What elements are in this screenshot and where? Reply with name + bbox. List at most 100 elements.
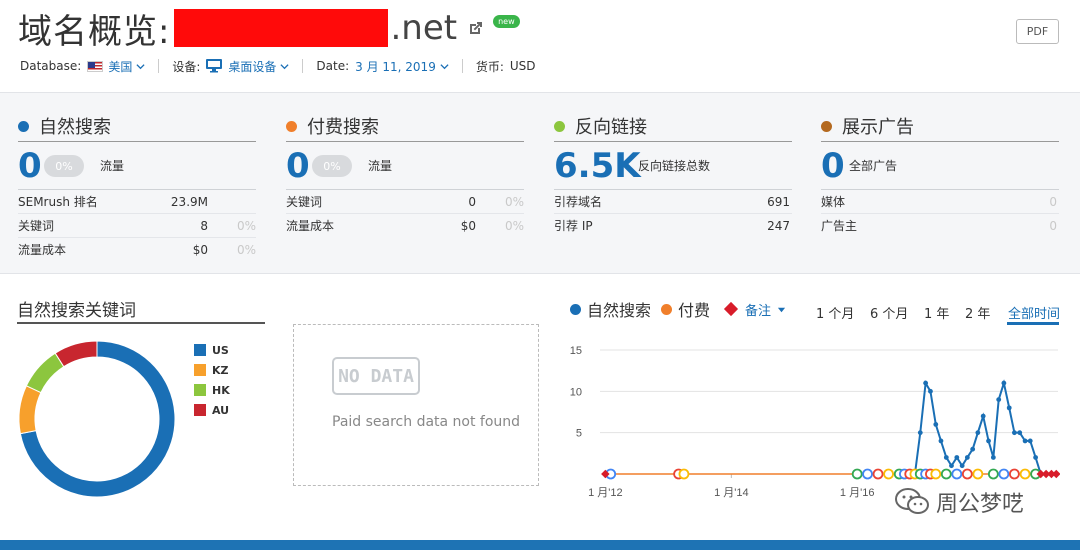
stat-label: 广告主 bbox=[821, 219, 858, 233]
device-selector[interactable]: 桌面设备 bbox=[206, 58, 289, 75]
watermark-text: 周公梦呓 bbox=[936, 492, 1025, 517]
organic-data-point[interactable] bbox=[990, 455, 996, 460]
google-update-marker-icon[interactable] bbox=[1008, 468, 1020, 480]
organic-data-point[interactable] bbox=[1027, 438, 1033, 444]
stat-value[interactable]: 691 bbox=[767, 195, 790, 209]
backlinks-heading[interactable]: 反向链接 bbox=[554, 113, 647, 139]
organic-data-point[interactable] bbox=[1033, 455, 1038, 460]
external-link-icon[interactable] bbox=[467, 19, 485, 37]
organic-data-point[interactable] bbox=[996, 397, 1002, 402]
y-tick-label: 15 bbox=[570, 345, 582, 357]
google-update-marker-icon[interactable] bbox=[930, 468, 942, 480]
chevron-down-icon bbox=[440, 63, 449, 69]
note-marker-icon[interactable] bbox=[1052, 469, 1060, 479]
paid-traffic-value[interactable]: 0 bbox=[286, 146, 310, 186]
stat-value[interactable]: 0 bbox=[468, 195, 476, 209]
display-ads-title: 展示广告 bbox=[842, 117, 914, 138]
stat-value[interactable]: 23.9M bbox=[171, 195, 208, 209]
google-update-marker-icon[interactable] bbox=[872, 468, 884, 480]
page-title: 域名概览: bbox=[18, 11, 171, 52]
filter-row: Database: 美国 设备: 桌面设备 Date: 3 月 11, 2019… bbox=[20, 57, 536, 75]
organic-data-point[interactable] bbox=[954, 455, 960, 460]
donut-slice-kz[interactable] bbox=[18, 385, 42, 435]
legend-label: US bbox=[212, 343, 229, 357]
stat-value[interactable]: 0 bbox=[1049, 195, 1057, 209]
date-label: Date: bbox=[316, 59, 350, 73]
stat-value[interactable]: $0 bbox=[461, 219, 476, 233]
donut-slice-hk[interactable] bbox=[25, 352, 65, 394]
range-6-months[interactable]: 6 个月 bbox=[870, 303, 908, 322]
organic-keywords-donut-chart[interactable] bbox=[14, 336, 180, 502]
organic-data-point[interactable] bbox=[1001, 380, 1007, 386]
google-update-marker-icon[interactable] bbox=[851, 468, 863, 480]
table-row: 引荐 IP 247 bbox=[554, 213, 792, 237]
organic-data-point[interactable] bbox=[975, 430, 981, 436]
stat-label: 媒体 bbox=[821, 195, 846, 209]
organic-data-point[interactable] bbox=[959, 463, 965, 469]
database-selector[interactable]: 美国 bbox=[87, 58, 145, 75]
x-tick-label: 1 月'16 bbox=[840, 487, 875, 499]
organic-data-point[interactable] bbox=[938, 438, 944, 444]
legend-item-organic[interactable]: 自然搜索 bbox=[570, 297, 651, 321]
organic-data-point[interactable] bbox=[949, 463, 954, 469]
legend-item-paid[interactable]: 付费 bbox=[661, 297, 710, 321]
organic-data-point[interactable] bbox=[1011, 430, 1017, 436]
legend-item-kz[interactable]: KZ bbox=[194, 360, 230, 380]
organic-data-point[interactable] bbox=[1017, 430, 1023, 436]
legend-label: AU bbox=[212, 403, 230, 417]
legend-label: 自然搜索 bbox=[587, 301, 652, 320]
range-2-years[interactable]: 2 年 bbox=[965, 303, 990, 322]
legend-item-hk[interactable]: HK bbox=[194, 380, 230, 400]
legend-item-au[interactable]: AU bbox=[194, 400, 230, 420]
range-1-month[interactable]: 1 个月 bbox=[816, 303, 854, 322]
display-ads-card: 展示广告 0 全部广告 媒体 0 广告主 0 bbox=[821, 93, 1059, 275]
google-update-marker-icon[interactable] bbox=[961, 468, 973, 480]
organic-data-point[interactable] bbox=[928, 388, 933, 394]
organic-data-point[interactable] bbox=[1006, 405, 1012, 411]
backlinks-card: 反向链接 6.5K 反向链接总数 引荐域名 691 引荐 IP 247 bbox=[554, 93, 792, 275]
paid-search-heading[interactable]: 付费搜索 bbox=[286, 113, 379, 139]
caret-down-icon bbox=[777, 307, 786, 312]
google-update-marker-icon[interactable] bbox=[678, 468, 690, 480]
organic-series-line[interactable] bbox=[913, 379, 1042, 475]
stat-value[interactable]: 0 bbox=[1049, 219, 1057, 233]
display-ads-total-caption: 全部广告 bbox=[849, 159, 898, 173]
domain-suffix[interactable]: .net bbox=[390, 8, 457, 48]
organic-data-point[interactable] bbox=[923, 380, 929, 386]
display-ads-heading[interactable]: 展示广告 bbox=[821, 113, 914, 139]
stat-value[interactable]: 8 bbox=[200, 219, 208, 233]
range-1-year[interactable]: 1 年 bbox=[924, 303, 949, 322]
divider bbox=[18, 141, 256, 142]
organic-data-point[interactable] bbox=[980, 413, 986, 419]
organic-data-point[interactable] bbox=[917, 430, 923, 436]
google-update-marker-icon[interactable] bbox=[972, 468, 984, 480]
pdf-button[interactable]: PDF bbox=[1016, 19, 1059, 44]
legend-label: 付费 bbox=[678, 301, 711, 320]
donut-slice-au[interactable] bbox=[54, 340, 98, 368]
organic-data-point[interactable] bbox=[943, 455, 949, 460]
notes-dropdown[interactable]: 备注 bbox=[723, 300, 786, 319]
organic-data-point[interactable] bbox=[1022, 438, 1028, 444]
range-all-time[interactable]: 全部时间 bbox=[1008, 303, 1060, 322]
organic-data-point[interactable] bbox=[970, 446, 976, 452]
google-update-marker-icon[interactable] bbox=[987, 468, 999, 480]
google-update-marker-icon[interactable] bbox=[1019, 468, 1031, 480]
stat-value[interactable]: 247 bbox=[767, 219, 790, 233]
stat-value[interactable]: $0 bbox=[193, 243, 208, 257]
organic-data-point[interactable] bbox=[986, 438, 991, 444]
google-update-marker-icon[interactable] bbox=[951, 468, 963, 480]
legend-item-us[interactable]: US bbox=[194, 340, 230, 360]
date-selector[interactable]: 3 月 11, 2019 bbox=[355, 58, 449, 75]
google-update-marker-icon[interactable] bbox=[998, 468, 1010, 480]
google-update-marker-icon[interactable] bbox=[883, 468, 894, 480]
backlinks-total-value[interactable]: 6.5K bbox=[554, 146, 641, 186]
organic-data-point[interactable] bbox=[933, 422, 939, 427]
organic-traffic-value[interactable]: 0 bbox=[18, 146, 42, 186]
organic-search-heading[interactable]: 自然搜索 bbox=[18, 113, 111, 139]
divider bbox=[554, 141, 792, 142]
organic-data-point[interactable] bbox=[964, 455, 970, 460]
google-update-marker-icon[interactable] bbox=[940, 468, 952, 480]
trend-line-chart[interactable]: 15 10 5 1 月'12 1 月'14 1 月'16 bbox=[560, 336, 1060, 506]
display-ads-total-value[interactable]: 0 bbox=[821, 146, 845, 186]
google-update-marker-icon[interactable] bbox=[862, 468, 873, 480]
